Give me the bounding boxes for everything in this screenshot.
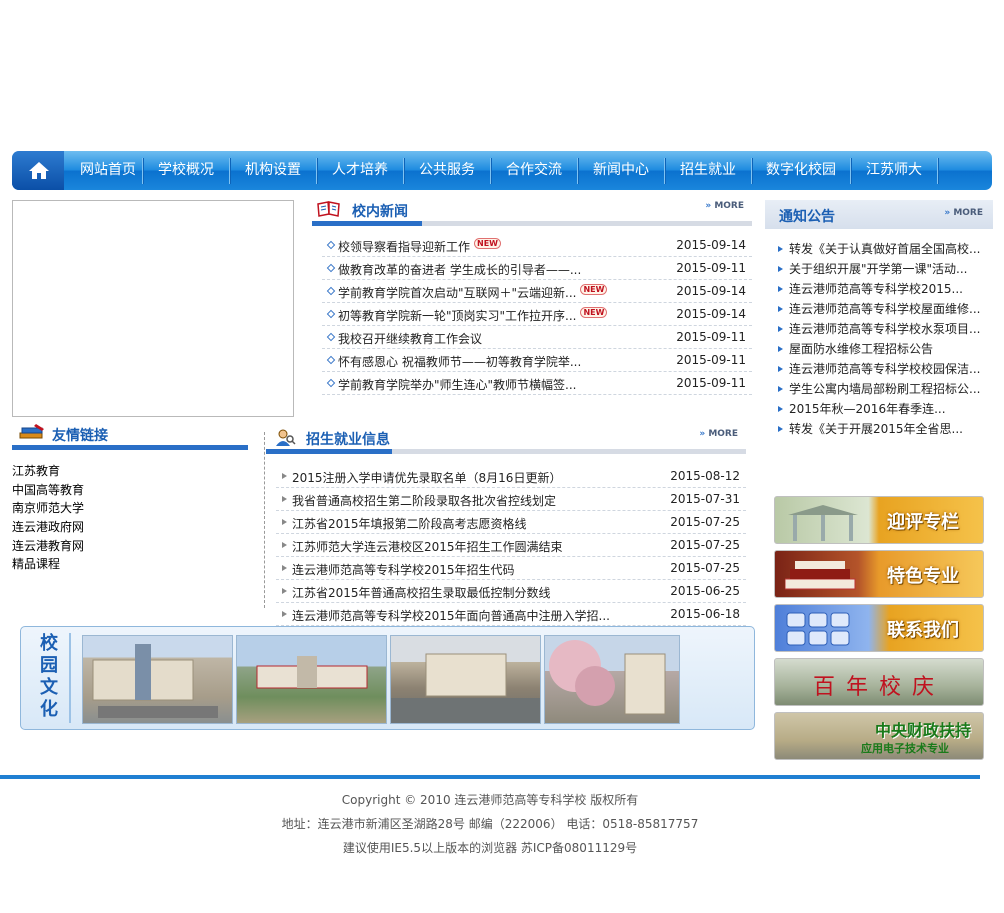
banner-centennial[interactable]: 百 年 校 庆 xyxy=(774,658,984,706)
campus-news-more-link[interactable]: » MORE xyxy=(705,201,744,211)
nav-item-cooperation[interactable]: 合作交流 xyxy=(490,151,578,190)
campus-news-title: 校内新闻 xyxy=(352,204,408,220)
footer-address: 地址：连云港市新浦区圣湖路28号 邮编（222006） 电话：0518-8581… xyxy=(281,817,699,831)
new-badge: NEW xyxy=(580,284,608,295)
list-item[interactable]: 2015注册入学申请优先录取名单（8月16日更新） 2015-08-12 xyxy=(276,465,746,488)
nav-item-digital-campus[interactable]: 数字化校园 xyxy=(751,151,851,190)
notice-more-link[interactable]: » MORE xyxy=(944,208,983,218)
nav-item-news[interactable]: 新闻中心 xyxy=(577,151,665,190)
campus-culture-strip: 校 园 文 化 xyxy=(20,626,755,730)
nav-item-admission[interactable]: 招生就业 xyxy=(664,151,752,190)
friend-link[interactable]: 连云港政府网 xyxy=(12,518,84,537)
nav-item-home[interactable]: 网站首页 xyxy=(64,151,152,190)
list-item[interactable]: 学前教育学院举办"师生连心"教师节横幅签... 2015-09-11 xyxy=(322,372,752,395)
nav-item-public-service[interactable]: 公共服务 xyxy=(403,151,491,190)
list-item[interactable]: 怀有感恩心 祝福教师节——初等教育学院举... 2015-09-11 xyxy=(322,349,752,372)
notice-item[interactable]: 关于组织开展"开学第一课"活动... xyxy=(778,260,967,280)
nav-item-talent[interactable]: 人才培养 xyxy=(316,151,404,190)
notice-item[interactable]: 连云港师范高等专科学校2015... xyxy=(778,280,963,300)
home-icon xyxy=(29,162,49,179)
banner-featured-majors-title: 特色专业 xyxy=(887,566,959,587)
footer: Copyright © 2010 连云港师范高等专科学校 版权所有 地址：连云港… xyxy=(0,792,980,864)
nav-item-about[interactable]: 学校概况 xyxy=(142,151,230,190)
book-stack-icon xyxy=(19,424,44,439)
notice-item[interactable]: 2015年秋—2016年春季连... xyxy=(778,400,946,420)
list-item[interactable]: 连云港师范高等专科学校2015年面向普通高中注册入学招... 2015-06-18 xyxy=(276,603,746,626)
banner-central-finance-title: 中央财政扶持 xyxy=(874,721,971,740)
top-banner xyxy=(12,0,992,148)
new-badge: NEW xyxy=(580,307,608,318)
image-slideshow[interactable] xyxy=(12,200,294,417)
footer-divider xyxy=(0,775,980,779)
banner-contact-us-title: 联系我们 xyxy=(887,620,959,641)
list-item[interactable]: 连云港师范高等专科学校2015年招生代码 2015-07-25 xyxy=(276,557,746,580)
friend-link[interactable]: 中国高等教育 xyxy=(12,481,84,500)
notice-item[interactable]: 连云港师范高等专科学校水泵项目... xyxy=(778,320,980,340)
notice-item[interactable]: 连云港师范高等专科学校校园保洁... xyxy=(778,360,980,380)
campus-culture-label: 校 园 文 化 xyxy=(29,633,71,723)
list-item[interactable]: 初等教育学院新一轮"顶岗实习"工作拉开序... NEW 2015-09-14 xyxy=(322,303,752,326)
campus-photo[interactable] xyxy=(236,635,387,724)
admission-title: 招生就业信息 xyxy=(306,432,390,448)
banner-central-finance-subtitle: 应用电子技术专业 xyxy=(861,742,949,755)
friend-links-header: 友情链接 xyxy=(12,422,248,450)
list-item[interactable]: 做教育改革的奋进者 学生成长的引导者——... 2015-09-11 xyxy=(322,257,752,280)
notice-item[interactable]: 屋面防水维修工程招标公告 xyxy=(778,340,933,360)
main-nav: 网站首页 学校概况 机构设置 人才培养 公共服务 合作交流 新闻中心 招生就业 … xyxy=(12,151,992,190)
list-item[interactable]: 校领导察看指导迎新工作 NEW 2015-09-14 xyxy=(322,234,752,257)
friend-link[interactable]: 连云港教育网 xyxy=(12,537,84,556)
admission-header: 招生就业信息 » MORE xyxy=(266,426,746,454)
person-icon xyxy=(276,429,296,446)
notice-item[interactable]: 连云港师范高等专科学校屋面维修... xyxy=(778,300,980,320)
banner-centennial-title: 百 年 校 庆 xyxy=(813,675,936,700)
notice-title: 通知公告 xyxy=(779,209,835,225)
list-item[interactable]: 江苏省2015年普通高校招生录取最低控制分数线 2015-06-25 xyxy=(276,580,746,603)
friend-links-title: 友情链接 xyxy=(52,428,108,444)
list-item[interactable]: 江苏师范大学连云港校区2015年招生工作圆满结束 2015-07-25 xyxy=(276,534,746,557)
divider xyxy=(264,432,265,608)
list-item[interactable]: 我省普通高校招生第二阶段录取各批次省控线划定 2015-07-31 xyxy=(276,488,746,511)
friend-link[interactable]: 精品课程 xyxy=(12,555,84,574)
friend-link[interactable]: 江苏教育 xyxy=(12,462,84,481)
notice-item[interactable]: 学生公寓内墙局部粉刷工程招标公... xyxy=(778,380,980,400)
friend-links-list: 江苏教育 中国高等教育 南京师范大学 连云港政府网 连云港教育网 精品课程 xyxy=(12,462,84,574)
home-button[interactable] xyxy=(12,151,64,190)
banner-evaluation-title: 迎评专栏 xyxy=(887,512,959,533)
banner-central-finance[interactable]: 中央财政扶持 应用电子技术专业 xyxy=(774,712,984,760)
nav-item-jsnu[interactable]: 江苏师大 xyxy=(850,151,938,190)
footer-copyright: Copyright © 2010 连云港师范高等专科学校 版权所有 xyxy=(341,793,639,807)
list-item[interactable]: 我校召开继续教育工作会议 2015-09-11 xyxy=(322,326,752,349)
friend-link[interactable]: 南京师范大学 xyxy=(12,499,84,518)
list-item[interactable]: 学前教育学院首次启动"互联网＋"云端迎新... NEW 2015-09-14 xyxy=(322,280,752,303)
banner-contact-us[interactable]: 联系我们 xyxy=(774,604,984,652)
book-icon xyxy=(317,201,340,217)
campus-photo[interactable] xyxy=(82,635,233,724)
nav-item-organization[interactable]: 机构设置 xyxy=(229,151,317,190)
notice-header: 通知公告 » MORE xyxy=(765,200,993,229)
new-badge: NEW xyxy=(474,238,501,249)
campus-photo[interactable] xyxy=(390,635,541,724)
campus-photo[interactable] xyxy=(544,635,680,724)
campus-news-header: 校内新闻 » MORE xyxy=(312,198,752,226)
list-item[interactable]: 江苏省2015年填报第二阶段高考志愿资格线 2015-07-25 xyxy=(276,511,746,534)
banner-evaluation[interactable]: 迎评专栏 xyxy=(774,496,984,544)
notice-item[interactable]: 转发《关于认真做好首届全国高校... xyxy=(778,240,980,260)
banner-featured-majors[interactable]: 特色专业 xyxy=(774,550,984,598)
admission-more-link[interactable]: » MORE xyxy=(699,429,738,439)
footer-icp: 建议使用IE5.5以上版本的浏览器 苏ICP备08011129号 xyxy=(342,841,638,855)
notice-item[interactable]: 转发《关于开展2015年全省思... xyxy=(778,420,963,440)
